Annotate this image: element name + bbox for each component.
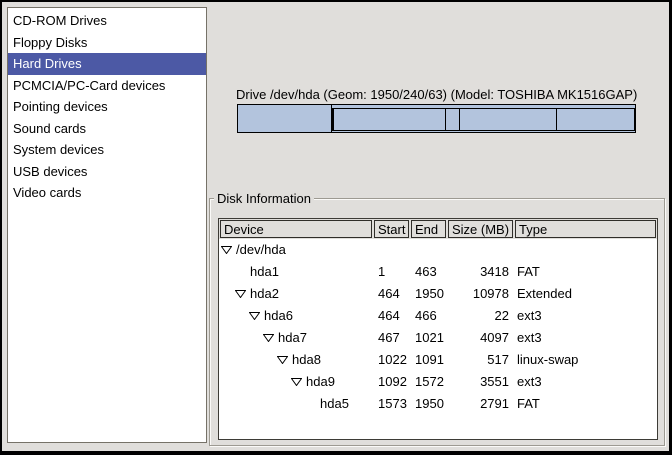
disk-information-table[interactable]: DeviceStartEndSize (MB)Type /dev/hdahda1… (218, 218, 658, 440)
size-cell: 4097 (449, 327, 515, 349)
type-cell: linux-swap (515, 349, 657, 371)
partition-bar-segment-hda8 (446, 109, 460, 130)
sidebar-item-sound-cards[interactable]: Sound cards (8, 118, 206, 140)
device-label: hda8 (292, 349, 321, 371)
table-row-hda7[interactable]: hda7 46710214097ext3 (219, 327, 657, 349)
sidebar-item-cd-rom-drives[interactable]: CD-ROM Drives (8, 10, 206, 32)
device-cell: hda9 (219, 371, 375, 393)
partition-bar-segment-hda2 (332, 105, 635, 132)
type-cell: ext3 (515, 305, 657, 327)
sidebar-item-pcmcia-pc-card-devices[interactable]: PCMCIA/PC-Card devices (8, 75, 206, 97)
device-label: hda5 (320, 393, 349, 415)
partition-bar-segment-hda9 (460, 109, 557, 130)
partition-bar (237, 104, 636, 133)
sidebar-item-floppy-disks[interactable]: Floppy Disks (8, 32, 206, 54)
expander-triangle-icon[interactable] (221, 246, 232, 254)
type-cell: ext3 (515, 371, 657, 393)
table-row-hda1[interactable]: hda1 14633418FAT (219, 261, 657, 283)
device-cell: hda7 (219, 327, 375, 349)
table-header: DeviceStartEndSize (MB)Type (219, 219, 657, 239)
device-label: hda6 (264, 305, 293, 327)
expander-triangle-icon[interactable] (235, 290, 246, 298)
size-cell (449, 239, 515, 261)
type-cell: FAT (515, 393, 657, 415)
device-label: hda2 (250, 283, 279, 305)
table-row-hda5[interactable]: hda5 157319502791FAT (219, 393, 657, 415)
expander-triangle-icon[interactable] (263, 334, 274, 342)
start-cell (375, 239, 412, 261)
size-cell: 22 (449, 305, 515, 327)
device-cell: hda5 (219, 393, 375, 415)
hardware-category-list[interactable]: CD-ROM DrivesFloppy DisksHard DrivesPCMC… (7, 7, 207, 443)
end-cell: 466 (412, 305, 449, 327)
end-cell: 1950 (412, 393, 449, 415)
start-cell: 1573 (375, 393, 412, 415)
type-cell: ext3 (515, 327, 657, 349)
column-header-type[interactable]: Type (515, 220, 656, 238)
partition-bar-segment-hda7 (334, 109, 446, 130)
table-row-hda2[interactable]: hda2 464195010978Extended (219, 283, 657, 305)
partition-bar-segment-hda5 (557, 109, 634, 130)
column-header-size-mb-[interactable]: Size (MB) (448, 220, 513, 238)
start-cell: 464 (375, 305, 412, 327)
start-cell: 1022 (375, 349, 412, 371)
start-cell: 1 (375, 261, 412, 283)
size-cell: 517 (449, 349, 515, 371)
device-cell: hda1 (219, 261, 375, 283)
drive-geometry-label: Drive /dev/hda (Geom: 1950/240/63) (Mode… (236, 87, 637, 102)
sidebar-item-hard-drives[interactable]: Hard Drives (8, 53, 206, 75)
type-cell: FAT (515, 261, 657, 283)
type-cell (515, 239, 657, 261)
expander-triangle-icon[interactable] (291, 378, 302, 386)
table-row-hda8[interactable]: hda8 10221091517linux-swap (219, 349, 657, 371)
size-cell: 3551 (449, 371, 515, 393)
device-cell: hda2 (219, 283, 375, 305)
device-cell: /dev/hda (219, 239, 375, 261)
sidebar-item-video-cards[interactable]: Video cards (8, 182, 206, 204)
end-cell: 1021 (412, 327, 449, 349)
disk-information-title: Disk Information (214, 191, 314, 206)
end-cell: 1572 (412, 371, 449, 393)
sidebar-item-system-devices[interactable]: System devices (8, 139, 206, 161)
end-cell: 463 (412, 261, 449, 283)
size-cell: 2791 (449, 393, 515, 415)
start-cell: 464 (375, 283, 412, 305)
sidebar-item-usb-devices[interactable]: USB devices (8, 161, 206, 183)
end-cell: 1950 (412, 283, 449, 305)
device-label: hda1 (250, 261, 279, 283)
partition-bar-segment-hda1 (238, 105, 332, 132)
table-row--dev-hda[interactable]: /dev/hda (219, 239, 657, 261)
device-cell: hda6 (219, 305, 375, 327)
hardware-browser-window: CD-ROM DrivesFloppy DisksHard DrivesPCMC… (0, 0, 672, 455)
device-label: hda9 (306, 371, 335, 393)
table-row-hda9[interactable]: hda9 109215723551ext3 (219, 371, 657, 393)
column-header-device[interactable]: Device (220, 220, 372, 238)
partition-bar-logical-container (332, 108, 635, 131)
sidebar-item-pointing-devices[interactable]: Pointing devices (8, 96, 206, 118)
start-cell: 1092 (375, 371, 412, 393)
expander-triangle-icon[interactable] (249, 312, 260, 320)
table-body: /dev/hdahda114633418FAThda2464195010978E… (219, 239, 657, 415)
expander-triangle-icon[interactable] (277, 356, 288, 364)
device-label: /dev/hda (236, 239, 286, 261)
column-header-start[interactable]: Start (374, 220, 409, 238)
type-cell: Extended (515, 283, 657, 305)
table-row-hda6[interactable]: hda6 46446622ext3 (219, 305, 657, 327)
device-cell: hda8 (219, 349, 375, 371)
size-cell: 3418 (449, 261, 515, 283)
disk-information-groupbox: Disk Information DeviceStartEndSize (MB)… (209, 198, 665, 446)
end-cell: 1091 (412, 349, 449, 371)
device-label: hda7 (278, 327, 307, 349)
size-cell: 10978 (449, 283, 515, 305)
start-cell: 467 (375, 327, 412, 349)
end-cell (412, 239, 449, 261)
column-header-end[interactable]: End (411, 220, 446, 238)
